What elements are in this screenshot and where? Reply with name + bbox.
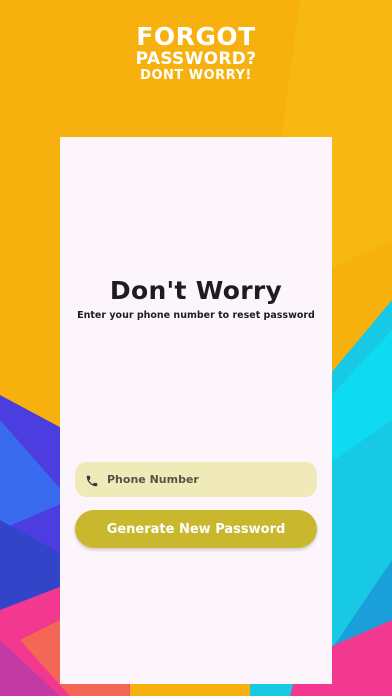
generate-new-password-button[interactable]: Generate New Password <box>75 510 317 548</box>
header-line-dont-worry: DONT WORRY! <box>140 68 252 83</box>
phone-number-input[interactable]: Phone Number <box>75 462 317 497</box>
header-line-forgot: FORGOT <box>136 22 256 51</box>
card-subtitle: Enter your phone number to reset passwor… <box>77 310 315 321</box>
header-line-password: PASSWORD? <box>135 49 257 69</box>
reset-card <box>60 137 332 684</box>
card-title: Don't Worry <box>109 276 283 305</box>
phone-icon <box>85 473 99 487</box>
phone-number-placeholder: Phone Number <box>107 473 199 486</box>
page-header: FORGOT PASSWORD? DONT WORRY! <box>0 24 392 84</box>
